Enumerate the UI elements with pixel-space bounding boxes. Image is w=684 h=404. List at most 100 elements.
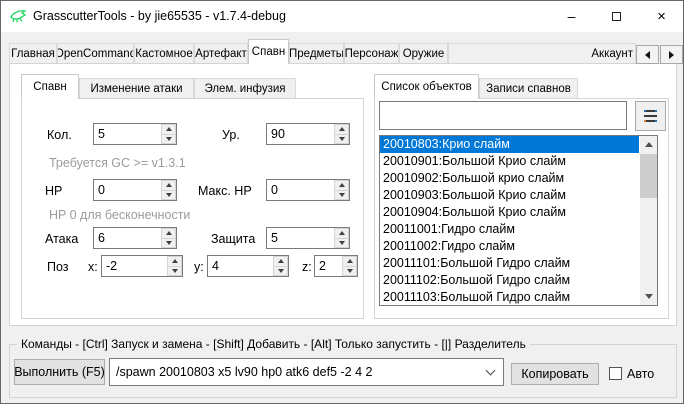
down-arrow-icon [166,241,172,245]
subtab-elem-infusion[interactable]: Элем. инфузия [194,78,296,98]
count-spinner [93,123,177,145]
down-arrow-icon [166,137,172,141]
pos-x-input[interactable] [102,256,166,276]
up-arrow-icon [339,231,345,235]
auto-checkbox[interactable] [609,367,622,380]
command-combobox[interactable]: /spawn 20010803 x5 lv90 hp0 atk6 def5 -2… [109,358,504,386]
hp-input[interactable] [94,180,160,200]
attack-down-button[interactable] [161,239,176,249]
tab-scroll-right-button[interactable] [660,45,683,64]
list-item[interactable]: 20011103:Большой Гидро слайм [380,289,639,306]
pos-y-spinner [207,255,289,277]
list-item[interactable]: 20011102:Большой Гидро слайм [380,272,639,289]
grasshopper-app-icon [10,8,27,24]
run-button[interactable]: Выполнить (F5) [14,359,105,385]
scrollbar-thumb[interactable] [640,154,657,198]
gc-version-note: Требуется GC >= v1.3.1 [49,156,186,170]
copy-button[interactable]: Копировать [511,363,599,385]
close-icon: × [657,8,666,25]
pos-x-down-button[interactable] [167,267,182,277]
defense-down-button[interactable] [334,239,349,249]
level-down-button[interactable] [334,135,349,145]
up-arrow-icon [339,127,345,131]
level-up-button[interactable] [334,124,349,135]
tab-artifact[interactable]: Артефакт [194,43,248,63]
tab-spawn-records[interactable]: Записи спавнов [479,78,578,98]
max-hp-up-button[interactable] [334,180,349,191]
list-item[interactable]: 20010903:Большой Крио слайм [380,187,639,204]
minimize-icon: – [568,8,576,24]
hp-label: HP [45,184,62,198]
scrollbar-down-icon [645,294,653,299]
pos-y-input[interactable] [208,256,272,276]
pos-x-up-button[interactable] [167,256,182,267]
scrollbar-down-button[interactable] [640,288,657,305]
down-arrow-icon [166,193,172,197]
tab-weapon[interactable]: Оружие [399,43,448,63]
down-arrow-icon [278,269,284,273]
app-window: GrasscutterTools - by jie65535 - v1.7.4-… [0,0,684,404]
tab-main[interactable]: Главная [9,43,57,63]
minimize-button[interactable]: – [549,1,594,31]
window-title: GrasscutterTools - by jie65535 - v1.7.4-… [33,9,286,23]
defense-spinner [266,227,350,249]
count-down-button[interactable] [161,135,176,145]
up-arrow-icon [278,259,284,263]
pos-z-label: z: [302,260,312,274]
max-hp-down-button[interactable] [334,191,349,201]
auto-checkbox-label: Авто [627,367,654,381]
entity-menu-button[interactable] [635,101,666,131]
pos-z-up-button[interactable] [342,256,357,267]
defense-label: Защита [211,232,255,246]
defense-input[interactable] [267,228,333,248]
up-arrow-icon [166,231,172,235]
pos-z-down-button[interactable] [342,267,357,277]
hp-down-button[interactable] [161,191,176,201]
tab-custom[interactable]: Кастомное [134,43,194,63]
list-item[interactable]: 20010902:Большой крио слайм [380,170,639,187]
subtab-spawn[interactable]: Спавн [21,74,79,99]
tab-items[interactable]: Предметы [289,43,344,63]
max-hp-input[interactable] [267,180,333,200]
entity-search-input[interactable] [379,101,627,130]
attack-up-button[interactable] [161,228,176,239]
pos-z-input[interactable] [315,256,341,276]
pos-y-down-button[interactable] [273,267,288,277]
list-item[interactable]: 20011002:Гидро слайм [380,238,639,255]
hp-up-button[interactable] [161,180,176,191]
scrollbar-up-icon [645,142,653,147]
count-input[interactable] [94,124,160,144]
left-arrow-icon [645,51,650,59]
up-arrow-icon [172,259,178,263]
down-arrow-icon [339,137,345,141]
defense-up-button[interactable] [334,228,349,239]
level-input[interactable] [267,124,333,144]
maximize-button[interactable] [594,1,639,31]
list-item[interactable]: 20011101:Большой Гидро слайм [380,255,639,272]
commands-group-title: Команды - [Ctrl] Запуск и замена - [Shif… [17,337,530,351]
max-hp-label: Макс. HP [198,184,252,198]
scrollbar-up-button[interactable] [640,136,657,153]
tab-character[interactable]: Персонаж [344,43,399,63]
count-up-button[interactable] [161,124,176,135]
down-arrow-icon [347,269,353,273]
tab-opencommand[interactable]: OpenCommand [57,43,134,63]
command-text: /spawn 20010803 x5 lv90 hp0 atk6 def5 -2… [116,365,372,379]
list-item[interactable]: 20010803:Крио слайм [380,136,639,153]
tab-entity-list[interactable]: Список объектов [374,74,479,99]
max-hp-spinner [266,179,350,201]
pos-y-up-button[interactable] [273,256,288,267]
attack-label: Атака [45,232,78,246]
tab-account[interactable]: Аккаунт [448,43,636,63]
subtab-attack-mod[interactable]: Изменение атаки [79,78,194,98]
hp-spinner [93,179,177,201]
attack-input[interactable] [94,228,160,248]
list-item[interactable]: 20011001:Гидро слайм [380,221,639,238]
list-item[interactable]: 20010904:Большой Крио слайм [380,204,639,221]
up-arrow-icon [166,127,172,131]
tab-scroll-left-button[interactable] [636,45,659,64]
titlebar: GrasscutterTools - by jie65535 - v1.7.4-… [1,1,683,32]
close-button[interactable]: × [639,1,684,31]
tab-spawn[interactable]: Спавн [248,39,289,64]
list-item[interactable]: 20010901:Большой Крио слайм [380,153,639,170]
